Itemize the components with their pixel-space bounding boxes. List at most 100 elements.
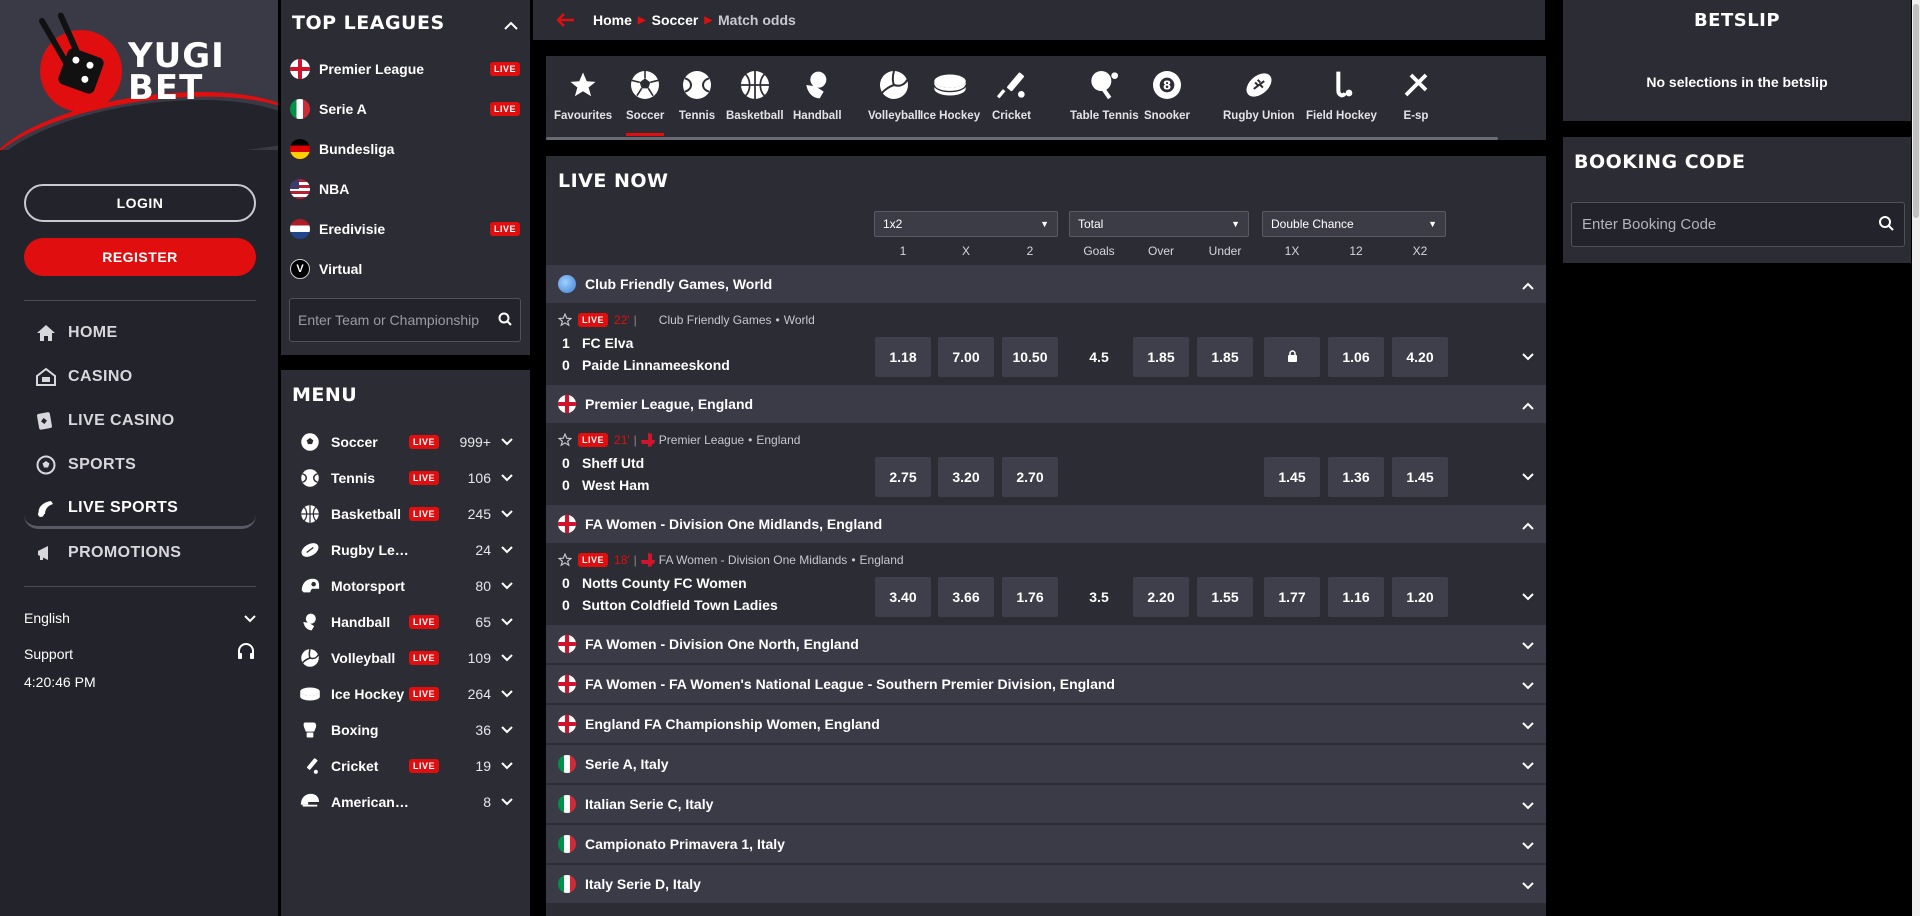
team-search[interactable] (289, 298, 521, 342)
odds-button-1x2[interactable]: 3.20 (938, 457, 994, 497)
chevron-down-icon[interactable] (1522, 637, 1534, 653)
odds-button-1x2[interactable]: 2.75 (875, 457, 931, 497)
home-team[interactable]: 1 FC Elva (562, 335, 633, 351)
chevron-down-icon[interactable] (1522, 469, 1534, 484)
league-group-header[interactable]: Italy Serie D, Italy (546, 865, 1546, 904)
sport-tab-basketball[interactable]: Basketball (726, 56, 784, 136)
chevron-down-icon[interactable] (499, 798, 515, 806)
star-favourite-icon[interactable] (558, 553, 572, 567)
sport-tab-cricket[interactable]: Cricket (992, 56, 1031, 136)
nav-casino[interactable]: CASINO (34, 357, 264, 397)
odds-button-over[interactable]: 2.20 (1133, 577, 1189, 617)
top-league-serie-a[interactable]: Serie A LIVE (290, 94, 520, 124)
chevron-up-icon[interactable] (1522, 397, 1534, 413)
login-button[interactable]: LOGIN (24, 184, 256, 222)
sport-tab-volleyball[interactable]: Volleyball (868, 56, 921, 136)
market-select-double-chance[interactable]: Double Chance ▼ (1262, 211, 1446, 237)
chevron-down-icon[interactable] (1522, 589, 1534, 604)
menu-item-cricket[interactable]: Cricket LIVE 19 (299, 748, 521, 784)
scrollbar-thumb[interactable] (1913, 4, 1919, 218)
star-favourite-icon[interactable] (558, 433, 572, 447)
league-group-header[interactable]: Italian Serie C, Italy (546, 785, 1546, 824)
menu-item-basketball[interactable]: Basketball LIVE 245 (299, 496, 521, 532)
menu-item-american-football[interactable]: American Football 8 (299, 784, 521, 820)
odds-button-double-chance[interactable]: 1.16 (1328, 577, 1384, 617)
nav-sports[interactable]: SPORTS (34, 445, 264, 485)
sport-tab-snooker[interactable]: 8 Snooker (1144, 56, 1190, 136)
chevron-down-icon[interactable] (499, 510, 515, 518)
chevron-down-icon[interactable] (499, 582, 515, 590)
sport-tab-ice-hockey[interactable]: Ice Hockey (920, 56, 980, 136)
sport-tab-e-sp[interactable]: E-sp (1397, 56, 1435, 136)
market-select-1x2[interactable]: 1x2 ▼ (874, 211, 1058, 237)
menu-item-soccer[interactable]: Soccer LIVE 999+ (299, 424, 521, 460)
sport-tab-favourites[interactable]: Favourites (554, 56, 612, 136)
nav-promotions[interactable]: PROMOTIONS (34, 533, 264, 573)
top-league-eredivisie[interactable]: Eredivisie LIVE (290, 214, 520, 244)
chevron-up-icon[interactable] (504, 18, 518, 33)
chevron-down-icon[interactable] (499, 546, 515, 554)
league-group-header[interactable]: Serie A, Italy (546, 745, 1546, 784)
breadcrumb-home[interactable]: Home (593, 12, 632, 28)
chevron-down-icon[interactable] (1522, 877, 1534, 893)
breadcrumb-soccer[interactable]: Soccer (652, 12, 699, 28)
odds-button-double-chance[interactable]: 1.06 (1328, 337, 1384, 377)
top-league-bundesliga[interactable]: Bundesliga (290, 134, 520, 164)
back-arrow-icon[interactable] (557, 13, 575, 27)
sport-tab-soccer[interactable]: Soccer (626, 56, 665, 136)
odds-button-double-chance[interactable]: 1.77 (1264, 577, 1320, 617)
chevron-down-icon[interactable] (1522, 837, 1534, 853)
star-favourite-icon[interactable] (558, 313, 572, 327)
chevron-down-icon[interactable] (1522, 349, 1534, 364)
odds-button-double-chance[interactable]: 4.20 (1392, 337, 1448, 377)
menu-item-boxing[interactable]: Boxing 36 (299, 712, 521, 748)
top-league-virtual[interactable]: V Virtual (290, 254, 520, 284)
odds-button-double-chance[interactable]: 1.36 (1328, 457, 1384, 497)
search-icon[interactable] (498, 312, 512, 329)
odds-button-under[interactable]: 1.55 (1197, 577, 1253, 617)
sport-tab-tennis[interactable]: Tennis (678, 56, 716, 136)
register-button[interactable]: REGISTER (24, 238, 256, 276)
top-league-nba[interactable]: NBA (290, 174, 520, 204)
sport-tab-table-tennis[interactable]: Table Tennis (1070, 56, 1139, 136)
league-group-header[interactable]: FA Women - Division One Midlands, Englan… (546, 505, 1546, 544)
booking-code-field[interactable] (1571, 202, 1905, 247)
menu-item-handball[interactable]: Handball LIVE 65 (299, 604, 521, 640)
menu-item-rugby-league[interactable]: Rugby League 24 (299, 532, 521, 568)
chevron-down-icon[interactable] (1522, 717, 1534, 733)
chevron-down-icon[interactable] (499, 726, 515, 734)
away-team[interactable]: 0 Sutton Coldfield Town Ladies (562, 597, 778, 613)
away-team[interactable]: 0 Paide Linnameeskond (562, 357, 730, 373)
odds-button-1x2[interactable]: 3.66 (938, 577, 994, 617)
league-group-header[interactable]: Club Friendly Games, World (546, 265, 1546, 304)
odds-button-double-chance[interactable]: 1.45 (1264, 457, 1320, 497)
support-link[interactable]: Support (24, 642, 256, 665)
search-icon[interactable] (1878, 215, 1894, 234)
odds-button-1x2[interactable]: 3.40 (875, 577, 931, 617)
nav-live-casino[interactable]: LIVE CASINO (34, 401, 264, 441)
chevron-up-icon[interactable] (1522, 277, 1534, 293)
chevron-down-icon[interactable] (499, 438, 515, 446)
logo-icon[interactable] (37, 11, 122, 112)
market-select-total[interactable]: Total ▼ (1069, 211, 1249, 237)
nav-live-sports[interactable]: LIVE SPORTS (24, 489, 256, 529)
language-select[interactable]: English (24, 610, 256, 626)
logo-wordmark[interactable]: YUGI BET (128, 39, 225, 105)
chevron-down-icon[interactable] (1522, 797, 1534, 813)
league-group-header[interactable]: England FA Championship Women, England (546, 705, 1546, 744)
chevron-down-icon[interactable] (499, 474, 515, 482)
chevron-down-icon[interactable] (499, 762, 515, 770)
odds-button-double-chance[interactable]: 1.45 (1392, 457, 1448, 497)
top-league-premier-league[interactable]: Premier League LIVE (290, 54, 520, 84)
league-group-header[interactable]: FA Women - FA Women's National League - … (546, 665, 1546, 704)
league-group-header[interactable]: FA Women - Division One North, England (546, 625, 1546, 664)
odds-button-1x2[interactable]: 1.18 (875, 337, 931, 377)
chevron-down-icon[interactable] (499, 618, 515, 626)
odds-button-double-chance[interactable]: 1.20 (1392, 577, 1448, 617)
menu-item-motorsport[interactable]: Motorsport 80 (299, 568, 521, 604)
booking-code-input[interactable] (1582, 216, 1878, 233)
nav-home[interactable]: HOME (34, 313, 264, 353)
sport-tab-handball[interactable]: Handball (793, 56, 842, 136)
sport-tab-field-hockey[interactable]: Field Hockey (1306, 56, 1377, 136)
away-team[interactable]: 0 West Ham (562, 477, 649, 493)
